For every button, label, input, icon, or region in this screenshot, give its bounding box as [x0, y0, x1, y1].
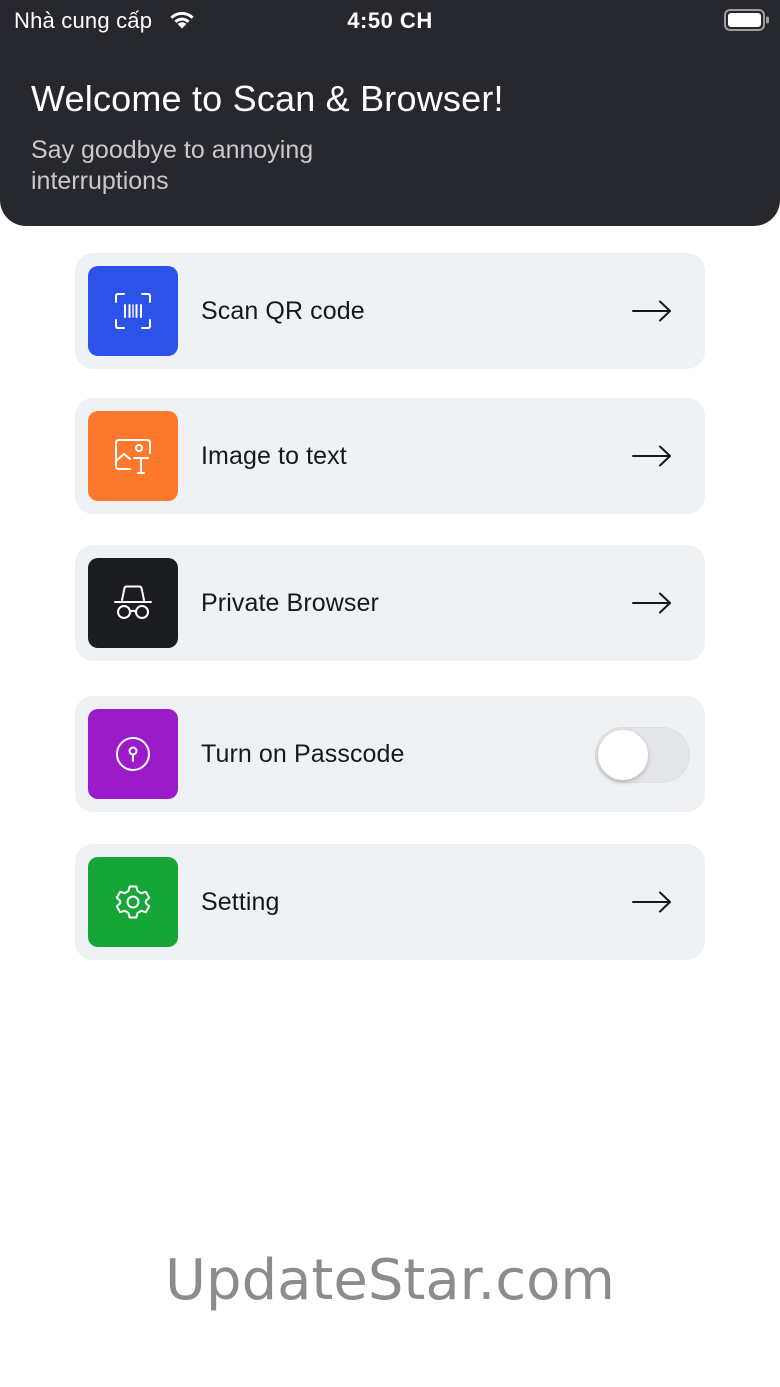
incognito-icon	[88, 558, 178, 648]
private-browser-card[interactable]: Private Browser	[75, 545, 705, 661]
arrow-right-icon[interactable]	[631, 299, 673, 323]
lock-icon	[88, 709, 178, 799]
image-to-text-icon	[88, 411, 178, 501]
passcode-label: Turn on Passcode	[201, 740, 405, 768]
setting-label: Setting	[201, 888, 280, 916]
toggle-knob	[598, 730, 648, 780]
setting-card[interactable]: Setting	[75, 844, 705, 960]
battery-icon	[724, 9, 769, 31]
watermark-text: UpdateStar.com	[165, 1248, 615, 1313]
image-to-text-label: Image to text	[201, 442, 347, 470]
status-bar: Nhà cung cấp 4:50 CH	[0, 0, 780, 40]
passcode-card: Turn on Passcode	[75, 696, 705, 812]
status-time: 4:50 CH	[347, 8, 433, 33]
private-browser-label: Private Browser	[201, 589, 379, 617]
scan-qr-label: Scan QR code	[201, 297, 365, 325]
image-to-text-card[interactable]: Image to text	[75, 398, 705, 514]
arrow-right-icon[interactable]	[631, 890, 673, 914]
gear-icon	[88, 857, 178, 947]
arrow-right-icon[interactable]	[631, 591, 673, 615]
passcode-toggle[interactable]	[595, 727, 690, 783]
qr-scan-icon	[88, 266, 178, 356]
arrow-right-icon[interactable]	[631, 444, 673, 468]
page-title: Welcome to Scan & Browser!	[31, 78, 504, 119]
page-subtitle: Say goodbye to annoying interruptions	[31, 136, 314, 195]
welcome-header: Nhà cung cấp 4:50 CH Welcome to Scan & B…	[0, 0, 780, 226]
scan-qr-card[interactable]: Scan QR code	[75, 253, 705, 369]
